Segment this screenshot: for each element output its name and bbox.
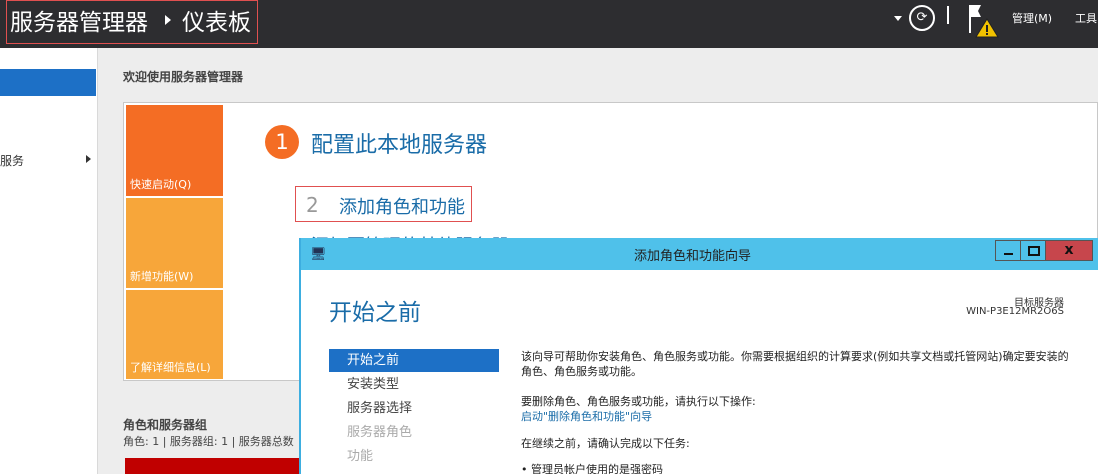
wizard-nav-features: 功能	[347, 449, 374, 464]
wizard-title-bar[interactable]: 🖥 添加角色和功能向导 x	[301, 238, 1098, 270]
remove-wizard-link[interactable]: 启动"删除角色和功能"向导	[521, 409, 1071, 424]
wizard-remove-text: 要删除角色、角色服务或功能，请执行以下操作:	[521, 395, 756, 408]
sidebar-item-services[interactable]: 服务	[0, 152, 24, 169]
target-server-value: WIN-P3E12MR2O6S	[966, 306, 1064, 317]
roles-heading: 角色和服务器组	[123, 418, 208, 432]
welcome-heading: 欢迎使用服务器管理器	[123, 70, 244, 84]
wizard-prereq-item: • 管理员帐户使用的是强密码	[521, 463, 663, 474]
dropdown-arrow-icon[interactable]	[894, 16, 902, 21]
wizard-intro-text: 该向导可帮助你安装角色、角色服务或功能。你需要根据组织的计算要求(例如共享文档或…	[521, 350, 1069, 378]
expand-arrow-icon[interactable]	[86, 155, 91, 163]
wizard-window: 🖥 添加角色和功能向导 x 开始之前 目标服务器 WIN-P3E12MR2O6S…	[299, 238, 1098, 474]
separator	[947, 6, 949, 24]
refresh-icon[interactable]: ⟳	[909, 5, 935, 31]
wizard-nav-server-selection[interactable]: 服务器选择	[329, 397, 499, 420]
tile-learn-more[interactable]: 了解详细信息(L)	[126, 290, 223, 379]
maximize-button[interactable]	[1020, 240, 1046, 261]
status-tile[interactable]	[125, 458, 301, 474]
notification-flag-icon[interactable]	[965, 3, 999, 39]
minimize-button[interactable]	[995, 240, 1021, 261]
tile-whats-new-label: 新增功能(W)	[130, 270, 194, 283]
wizard-nav-install-type[interactable]: 安装类型	[329, 373, 499, 396]
sidebar: 服务	[0, 48, 98, 474]
step1-link[interactable]: 配置此本地服务器	[311, 127, 487, 159]
step2-link[interactable]: 添加角色和功能	[339, 193, 465, 219]
menu-tools[interactable]: 工具	[1075, 10, 1097, 26]
wizard-app-icon: 🖥	[310, 247, 327, 262]
wizard-nav-server-roles: 服务器角色	[347, 425, 413, 440]
step2-number: 2	[306, 193, 319, 217]
close-button[interactable]: x	[1045, 240, 1093, 261]
sidebar-item-dashboard[interactable]	[0, 69, 96, 96]
title-bar: 服务器管理器 仪表板 ⟳ 管理(M) 工具	[0, 0, 1098, 48]
step1-number: 1	[265, 125, 299, 159]
app-title: 服务器管理器	[10, 10, 148, 36]
wizard-title: 添加角色和功能向导	[634, 249, 752, 264]
breadcrumb-arrow-icon	[165, 15, 171, 25]
roles-summary: 角色: 1 | 服务器组: 1 | 服务器总数	[123, 435, 294, 448]
wizard-heading: 开始之前	[329, 300, 421, 326]
menu-manage[interactable]: 管理(M)	[1012, 10, 1052, 26]
tile-quick-start-label: 快速启动(Q)	[130, 178, 192, 191]
wizard-nav-before-you-begin[interactable]: 开始之前	[329, 349, 499, 372]
tile-learn-more-label: 了解详细信息(L)	[130, 361, 211, 374]
breadcrumb-dashboard[interactable]: 仪表板	[182, 3, 251, 37]
wizard-prereq-text: 在继续之前，请确认完成以下任务:	[521, 437, 690, 450]
tile-quick-start[interactable]: 快速启动(Q)	[126, 105, 223, 196]
tile-whats-new[interactable]: 新增功能(W)	[126, 198, 223, 288]
